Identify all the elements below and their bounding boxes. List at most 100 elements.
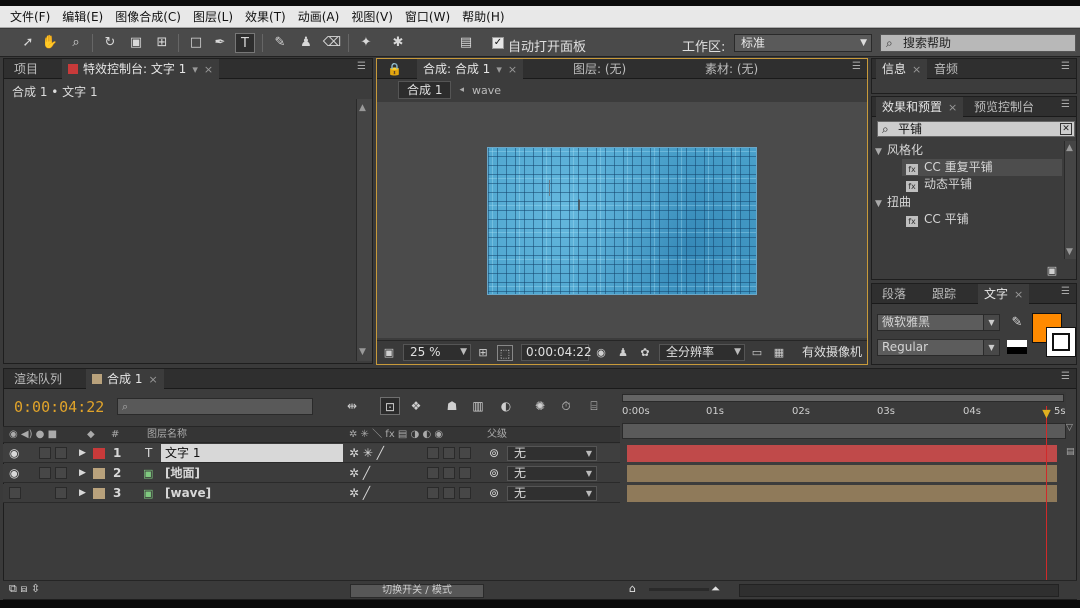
playhead-handle-icon[interactable]: ▼	[1041, 408, 1052, 420]
menu-view[interactable]: 视图(V)	[345, 8, 399, 25]
horizontal-scrollbar[interactable]	[739, 584, 1059, 597]
draft-3d-icon[interactable]: ❖	[406, 397, 426, 415]
comp-marker-bin-icon[interactable]: ▽	[1066, 423, 1076, 439]
switch-box[interactable]	[459, 447, 471, 459]
camera-tool-icon[interactable]: ▣	[126, 33, 146, 53]
default-fill-white-icon[interactable]	[1007, 340, 1027, 347]
effect-item-cc-tiler[interactable]: fx CC 平铺	[902, 211, 1062, 228]
vertical-scrollbar[interactable]: ▲ ▼	[356, 99, 372, 361]
zoom-in-icon[interactable]: ⏶	[711, 582, 720, 596]
comp-button-icon[interactable]: ▤	[1066, 447, 1078, 461]
eye-icon[interactable]: ◉	[9, 464, 19, 483]
live-update-icon[interactable]: ⊡	[380, 397, 400, 415]
menu-effect[interactable]: 效果(T)	[239, 8, 292, 25]
parent-select[interactable]: 无 ▼	[507, 486, 597, 501]
menu-layer[interactable]: 图层(L)	[187, 8, 239, 25]
brush-tool-icon[interactable]: ✎	[270, 33, 290, 53]
layer-switches-icons[interactable]: ✲ ╱	[349, 464, 370, 483]
panel-toggle-icon[interactable]: ▤	[456, 33, 476, 53]
hide-shy-layers-icon[interactable]: ☗	[442, 397, 462, 415]
transparency-grid-icon[interactable]: ▦	[771, 345, 787, 361]
tab-paragraph[interactable]: 段落	[876, 284, 912, 304]
resolution-select[interactable]: 全分辨率 ▼	[659, 344, 745, 361]
panel-menu-icon[interactable]: ☰	[1061, 371, 1070, 382]
font-style-select[interactable]: Regular ▼	[877, 339, 1000, 356]
switch-box[interactable]	[443, 487, 455, 499]
layer-label-color[interactable]	[93, 488, 105, 499]
tab-timeline-comp[interactable]: 合成 1 ×	[86, 369, 164, 389]
menu-window[interactable]: 窗口(W)	[399, 8, 456, 25]
menu-help[interactable]: 帮助(H)	[456, 8, 510, 25]
pan-behind-tool-icon[interactable]: ⊞	[152, 33, 172, 53]
timeline-search-input[interactable]: ⌕	[117, 398, 313, 415]
menu-composition[interactable]: 图像合成(C)	[109, 8, 187, 25]
footer-toggle-icons[interactable]: ⧉ ⧈ ⇳	[9, 582, 40, 596]
disclosure-triangle-icon[interactable]: ▼	[875, 144, 887, 161]
close-icon[interactable]: ×	[948, 101, 957, 114]
hand-tool-icon[interactable]: ✋	[40, 33, 60, 53]
zoom-tool-icon[interactable]: ⌕	[66, 33, 86, 53]
tab-tracker[interactable]: 跟踪	[926, 284, 962, 304]
audio-toggle[interactable]	[39, 467, 51, 479]
time-navigator-bar[interactable]	[622, 423, 1066, 439]
effect-item-cc-repetile[interactable]: fx CC 重复平铺	[902, 159, 1062, 176]
font-family-select[interactable]: 微软雅黑 ▼	[877, 314, 1000, 331]
expand-triangle-icon[interactable]: ▶	[79, 444, 86, 463]
workspace-select[interactable]: 标准 ▼	[734, 34, 872, 52]
tab-audio[interactable]: 音频	[928, 59, 964, 79]
scroll-down-icon[interactable]: ▼	[359, 347, 366, 357]
clear-search-icon[interactable]: ✕	[1060, 123, 1072, 135]
scroll-up-icon[interactable]: ▲	[1066, 143, 1073, 153]
layer-switches-icons[interactable]: ✲ ╱	[349, 484, 370, 503]
layer-label-color[interactable]	[93, 468, 105, 479]
tab-effects-presets[interactable]: 效果和预置 ×	[876, 97, 964, 117]
tab-preview[interactable]: 预览控制台	[968, 97, 1040, 117]
effects-search-input[interactable]: ⌕ 平铺 ✕	[877, 121, 1075, 137]
always-preview-icon[interactable]: ▣	[381, 345, 397, 361]
table-row[interactable]: ◉ ▶ 2 ▣ [地面] ✲ ╱ ⊚ 无 ▼	[3, 464, 620, 483]
tab-render-queue[interactable]: 渲染队列	[8, 369, 68, 389]
close-icon[interactable]: ×	[912, 63, 921, 76]
show-snapshot-icon[interactable]: ♟	[615, 345, 631, 361]
zoom-out-icon[interactable]: ⌂	[629, 582, 636, 595]
expand-triangle-icon[interactable]: ▶	[79, 484, 86, 503]
layer-name[interactable]: [地面]	[165, 464, 200, 483]
timeline-current-time[interactable]: 0:00:04:22	[14, 398, 104, 416]
frame-blending-icon[interactable]: ▥	[468, 397, 488, 415]
safe-zones-icon[interactable]: ⊞	[475, 345, 491, 361]
region-of-interest-icon[interactable]: ▭	[749, 345, 765, 361]
close-icon[interactable]: ×	[148, 373, 157, 386]
graph-editor-icon[interactable]: ⌸	[584, 397, 604, 415]
brainstorm-icon[interactable]: ✺	[530, 397, 550, 415]
effects-category-distort[interactable]: ▼ 扭曲	[875, 194, 1061, 211]
current-time-indicator[interactable]	[1046, 406, 1047, 580]
type-tool-icon[interactable]: T	[235, 33, 255, 53]
parent-select[interactable]: 无 ▼	[507, 446, 597, 461]
layer-duration-bar[interactable]	[627, 465, 1057, 482]
layer-label-color[interactable]	[93, 448, 105, 459]
roto-brush-tool-icon[interactable]: ✦	[356, 33, 376, 53]
table-row[interactable]: ▶ 3 ▣ [wave] ✲ ╱ ⊚ 无 ▼	[3, 484, 620, 503]
mask-visibility-icon[interactable]: ⬚	[497, 345, 513, 361]
layer-duration-bar[interactable]	[627, 445, 1057, 462]
default-fill-black-icon[interactable]	[1007, 347, 1027, 354]
switch-box[interactable]	[427, 467, 439, 479]
pen-tool-icon[interactable]: ✒	[210, 33, 230, 53]
work-area-bar[interactable]	[622, 394, 1064, 402]
panel-menu-icon[interactable]: ☰	[1061, 286, 1070, 297]
switch-box[interactable]	[427, 487, 439, 499]
layer-duration-bar[interactable]	[627, 485, 1057, 502]
tab-project[interactable]: 项目	[8, 59, 44, 79]
flow-next-comp[interactable]: wave	[472, 84, 501, 97]
pick-whip-icon[interactable]: ⊚	[489, 484, 499, 503]
eye-icon[interactable]: ◉	[9, 444, 19, 463]
scroll-up-icon[interactable]: ▲	[359, 103, 366, 113]
zoom-slider[interactable]	[649, 588, 709, 591]
stroke-color-swatch[interactable]	[1046, 327, 1076, 357]
switch-box[interactable]	[443, 467, 455, 479]
tab-character[interactable]: 文字 ×	[978, 284, 1030, 304]
magnification-select[interactable]: 25 % ▼	[403, 344, 471, 361]
new-bin-icon[interactable]: ▣	[1044, 263, 1060, 279]
timer-icon[interactable]: ⏱	[556, 397, 576, 415]
tab-info[interactable]: 信息 ×	[876, 59, 928, 79]
